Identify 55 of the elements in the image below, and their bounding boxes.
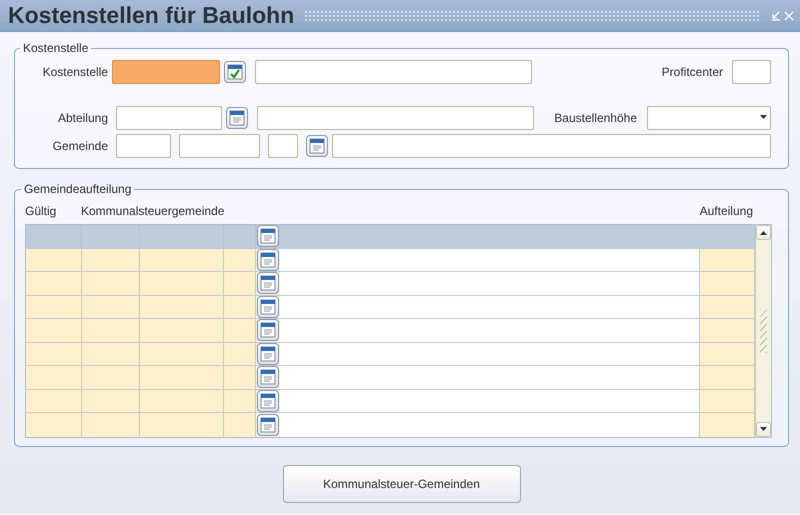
- field-label: Gemeinde: [52, 139, 108, 153]
- input-field[interactable]: [112, 60, 220, 84]
- lookup-button[interactable]: [257, 248, 279, 271]
- lookup-button[interactable]: [257, 342, 279, 365]
- scroll-down-button[interactable]: [756, 422, 771, 436]
- close-icon[interactable]: [784, 10, 794, 20]
- field-label: Abteilung: [56, 111, 108, 125]
- minimize-icon[interactable]: [771, 10, 781, 20]
- input-field[interactable]: [732, 60, 771, 84]
- input-field[interactable]: [268, 134, 298, 158]
- lookup-button[interactable]: [257, 366, 279, 388]
- form-icon: [260, 228, 276, 244]
- column-header: Aufteilung: [700, 204, 753, 218]
- lookup-button[interactable]: [257, 296, 279, 318]
- input-field[interactable]: [179, 134, 260, 158]
- form-icon: [260, 416, 276, 433]
- column-header: Kommunalsteuergemeinde: [81, 204, 224, 218]
- input-field[interactable]: [332, 134, 771, 158]
- lookup-button[interactable]: [257, 414, 279, 436]
- input-field[interactable]: [116, 106, 222, 130]
- scroll-up-button[interactable]: [756, 225, 771, 240]
- form-icon: [260, 322, 276, 338]
- input-field[interactable]: [255, 60, 532, 84]
- column-header: Gültig: [25, 204, 58, 218]
- check-form-icon: [227, 64, 243, 80]
- form-icon: [309, 138, 325, 154]
- field-label: Baustellenhöhe: [554, 111, 637, 125]
- input-field[interactable]: [116, 134, 171, 158]
- form-icon: [229, 110, 245, 126]
- field-label: Profitcenter: [662, 65, 723, 79]
- lookup-button[interactable]: [257, 319, 279, 342]
- form-icon: [260, 392, 276, 409]
- lookup-button[interactable]: [306, 135, 328, 157]
- group-title: Kostenstelle: [22, 41, 90, 55]
- form-icon: [260, 275, 276, 292]
- form-icon: [260, 298, 276, 315]
- lookup-button[interactable]: [257, 390, 279, 412]
- lookup-button[interactable]: [226, 107, 248, 129]
- form-icon: [260, 252, 276, 268]
- input-field[interactable]: [257, 106, 534, 130]
- form-icon: [260, 369, 276, 386]
- scrollbar[interactable]: [755, 225, 771, 436]
- up-arrow-icon: [760, 230, 767, 234]
- kommunalsteuer-gemeinden-button[interactable]: Kommunalsteuer-Gemeinden: [282, 464, 520, 502]
- scroll-grip[interactable]: [760, 308, 767, 353]
- lookup-button[interactable]: [257, 272, 279, 294]
- lookup-button[interactable]: [257, 225, 279, 248]
- form-icon: [260, 346, 276, 362]
- field-label: Kostenstelle: [42, 65, 108, 79]
- window-title: Kostenstellen für Baulohn: [8, 2, 294, 29]
- lookup-button[interactable]: [224, 61, 246, 83]
- group-title: Gemeindeaufteilung: [23, 182, 132, 196]
- caret-icon: [760, 115, 767, 119]
- dropdown[interactable]: [647, 106, 771, 130]
- down-arrow-icon: [760, 427, 767, 431]
